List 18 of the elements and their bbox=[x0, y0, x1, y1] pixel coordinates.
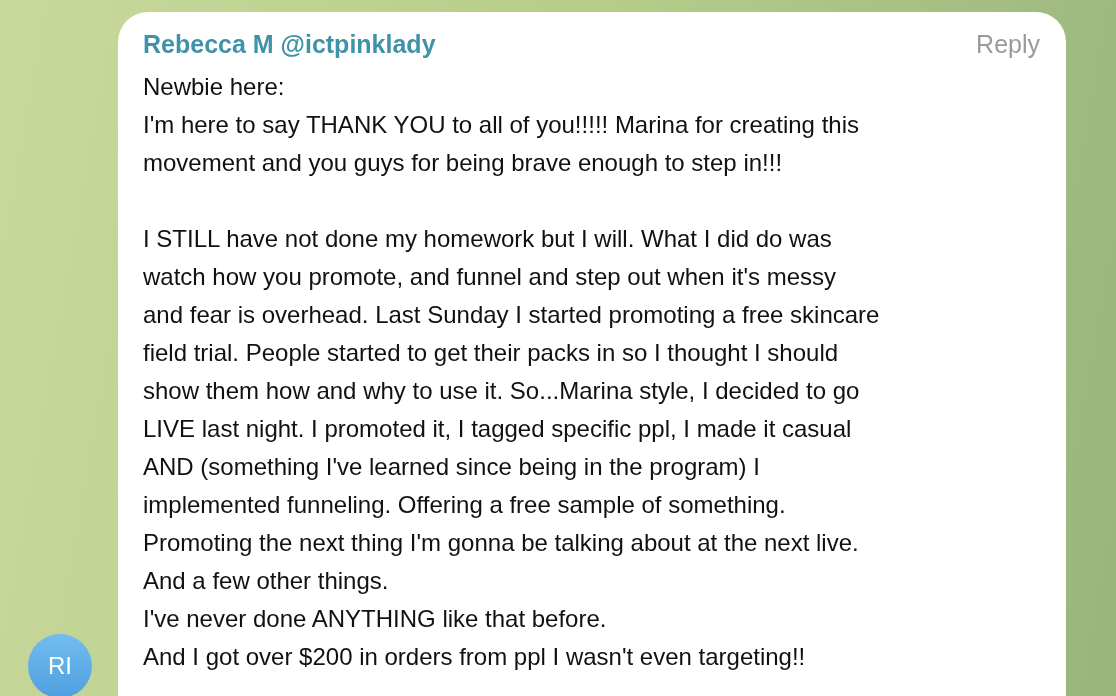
reply-link[interactable]: Reply bbox=[976, 30, 1040, 59]
message-text-line: I've never done ANYTHING like that before. bbox=[143, 604, 608, 634]
message-text-line: AND (something I've learned since being in the program) I bbox=[143, 452, 761, 482]
author-name[interactable]: Rebecca M @ictpinklady bbox=[143, 30, 436, 59]
message-text-line: LIVE last night. I promoted it, I tagged specific ppl, I made it casual bbox=[143, 414, 853, 444]
message-text-line: Promoting the next thing I'm gonna be talking about at the next live. bbox=[143, 528, 860, 558]
message-text-line: I'm here to say THANK YOU to all of you!!!!! Marina for creating this bbox=[143, 110, 860, 140]
message-text-line: and fear is overhead. Last Sunday I started promoting a free skincare bbox=[143, 300, 881, 330]
message-text-line: Newbie here: bbox=[143, 72, 286, 102]
message-text-line: And I got over $200 in orders from ppl I wasn't even targeting!! bbox=[143, 642, 807, 672]
message-text-line: movement and you guys for being brave enough to step in!!! bbox=[143, 148, 784, 178]
avatar[interactable]: RI bbox=[28, 634, 92, 696]
message-text-line: And a few other things. bbox=[143, 566, 390, 596]
message-text-line: implemented funneling. Offering a free sample of something. bbox=[143, 490, 787, 520]
message-text-line: I STILL have not done my homework but I will. What I did do was bbox=[143, 224, 833, 254]
message-text-line: show them how and why to use it. So...Marina style, I decided to go bbox=[143, 376, 861, 406]
message-text-line: watch how you promote, and funnel and step out when it's messy bbox=[143, 262, 837, 292]
message-text-line: field trial. People started to get their packs in so I thought I should bbox=[143, 338, 840, 368]
